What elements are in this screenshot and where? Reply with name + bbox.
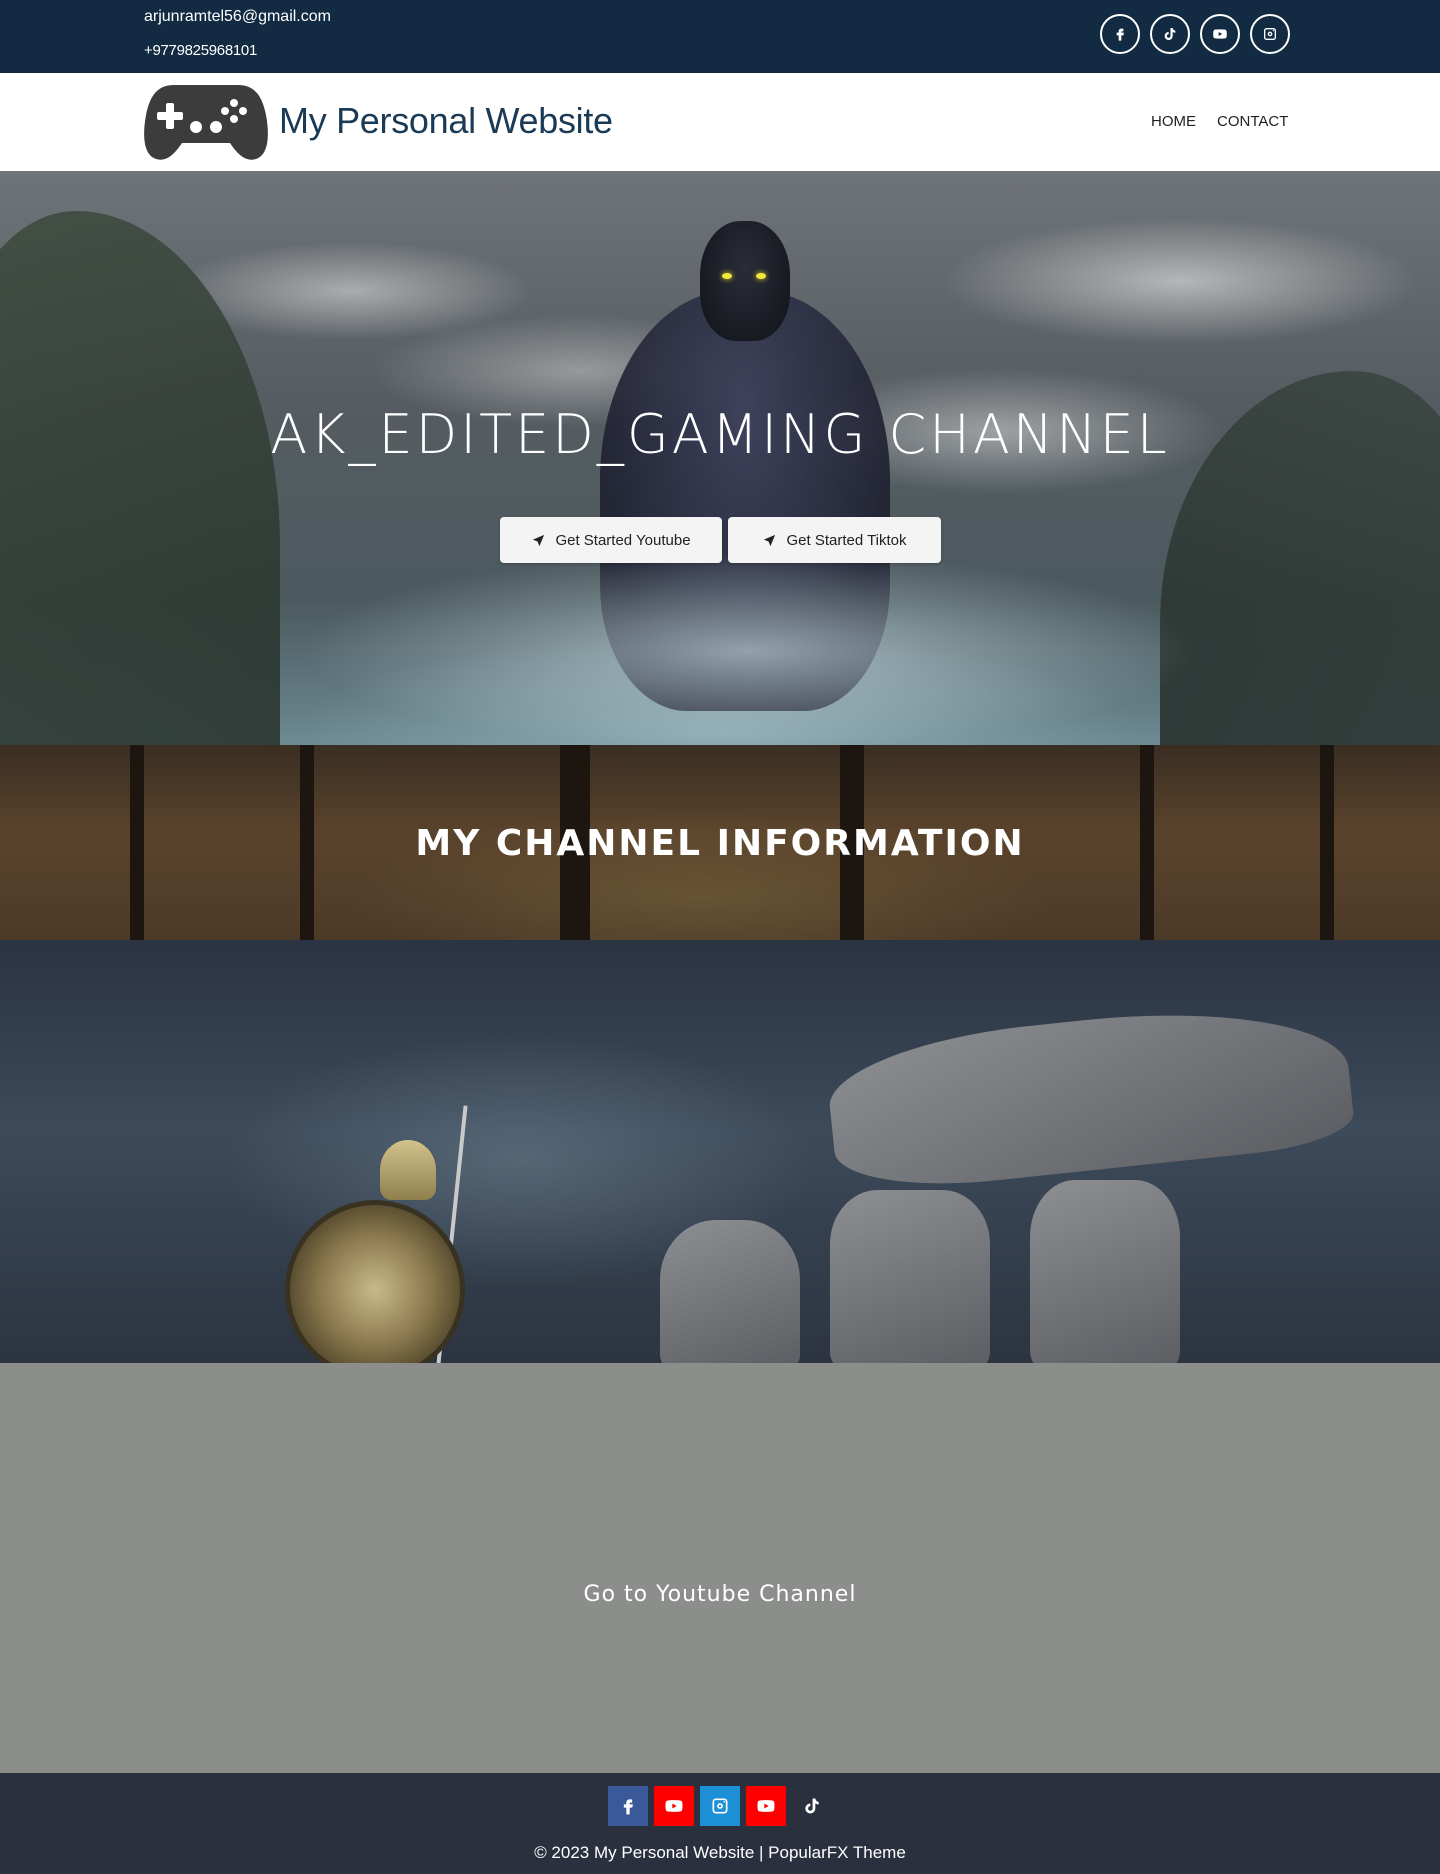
location-arrow-icon (533, 534, 545, 546)
top-bar: arjunramtel56@gmail.com +9779825968101 (0, 0, 1440, 73)
hero-title: AK_EDITED_GAMING CHANNEL (270, 403, 1170, 466)
nav-contact[interactable]: CONTACT (1217, 113, 1288, 130)
youtube-link-section: Go to Youtube Channel (0, 1363, 1440, 1773)
contact-phone[interactable]: +9779825968101 (144, 42, 257, 59)
dolmen-stone (830, 1190, 990, 1363)
go-to-youtube-link[interactable]: Go to Youtube Channel (0, 1582, 1440, 1607)
dolmen-stone (660, 1220, 800, 1363)
youtube-icon[interactable] (1200, 14, 1240, 54)
site-header: My Personal Website HOME CONTACT (0, 73, 1440, 171)
dolmen-stone (1030, 1180, 1180, 1363)
gamepad-icon[interactable] (144, 81, 268, 161)
instagram-icon[interactable] (700, 1786, 740, 1826)
location-arrow-icon (764, 534, 776, 546)
instagram-icon[interactable] (1250, 14, 1290, 54)
giant-eye-left (722, 273, 732, 279)
facebook-icon[interactable] (1100, 14, 1140, 54)
warrior-helmet (380, 1140, 436, 1200)
site-footer: © 2023 My Personal Website | PopularFX T… (0, 1773, 1440, 1874)
tiktok-icon[interactable] (792, 1786, 832, 1826)
tiktok-icon[interactable] (1150, 14, 1190, 54)
nav-home[interactable]: HOME (1151, 113, 1196, 130)
button-label: Get Started Youtube (555, 531, 691, 549)
facebook-icon[interactable] (608, 1786, 648, 1826)
warrior-shield (285, 1200, 465, 1363)
hero-mist (300, 551, 1200, 745)
site-title[interactable]: My Personal Website (279, 100, 613, 142)
dolmen-capstone (823, 993, 1357, 1197)
youtube-icon[interactable] (654, 1786, 694, 1826)
youtube-icon[interactable] (746, 1786, 786, 1826)
hero-banner: AK_EDITED_GAMING CHANNEL Get Started You… (0, 171, 1440, 745)
channel-info-title: MY CHANNEL INFORMATION (415, 823, 1025, 864)
channel-info-banner: MY CHANNEL INFORMATION (0, 745, 1440, 940)
get-started-youtube-button[interactable]: Get Started Youtube (500, 517, 722, 563)
button-label: Get Started Tiktok (786, 531, 907, 549)
hero-mountain-left (0, 211, 280, 745)
get-started-tiktok-button[interactable]: Get Started Tiktok (728, 517, 941, 563)
giant-eye-right (756, 273, 766, 279)
contact-email[interactable]: arjunramtel56@gmail.com (144, 8, 331, 26)
hero-giant-head (700, 221, 790, 341)
warrior-image-section (0, 940, 1440, 1363)
footer-copyright: © 2023 My Personal Website | PopularFX T… (534, 1843, 906, 1862)
